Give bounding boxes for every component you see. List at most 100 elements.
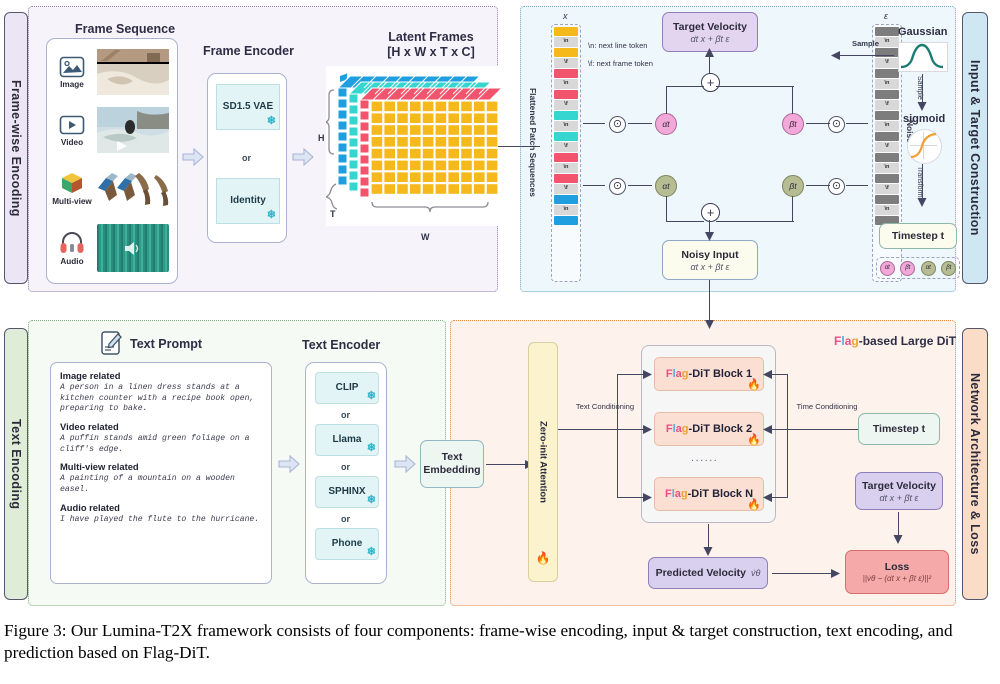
line-beta2-to-mul bbox=[806, 185, 830, 187]
beta-dot-circle: β̇t bbox=[782, 113, 804, 135]
token-newline: \n bbox=[875, 205, 899, 215]
gaussian-plot bbox=[898, 42, 948, 72]
line-predicted-to-loss bbox=[772, 573, 834, 575]
gaussian-title: Gaussian bbox=[898, 26, 948, 38]
encoder-option-identity: Identity ❄ bbox=[216, 178, 280, 224]
video-icon: Video bbox=[53, 114, 91, 147]
target-velocity-box-network: Target Velocity α̇t x + β̇t ε bbox=[855, 472, 943, 510]
legend-newline: \n: next line token bbox=[588, 41, 648, 50]
predicted-velocity-box: Predicted Velocity v̇θ bbox=[648, 557, 768, 589]
frame-encoder-title: Frame Encoder bbox=[203, 44, 295, 58]
section-tab-text-encoding: Text Encoding bbox=[4, 328, 28, 600]
time-conditioning-label: Time Conditioning bbox=[796, 402, 858, 411]
encoder-or-2: or bbox=[341, 462, 350, 472]
arrowhead-to-sigmoid bbox=[917, 102, 927, 111]
multiply-operator-e-bottom: ⊙ bbox=[828, 178, 845, 195]
latent-frames-cube bbox=[323, 66, 506, 231]
flame-icon: 🔥 bbox=[747, 499, 761, 511]
zero-init-attention-label: Zero-init Attention bbox=[537, 421, 549, 503]
image-icon: Image bbox=[53, 56, 91, 89]
coef-label: β̇t bbox=[789, 119, 797, 129]
timestep-box-input: Timestep t bbox=[879, 223, 957, 249]
text-encoder-sphinx: SPHINX ❄ bbox=[315, 476, 379, 508]
token-newline: \n bbox=[875, 163, 899, 173]
text-encoder-card: CLIP ❄ or Llama ❄ or SPHINX ❄ or Phone ❄ bbox=[305, 362, 387, 584]
encoder-or-1: or bbox=[341, 410, 350, 420]
token-patch bbox=[554, 68, 578, 79]
modality-row-image: Image bbox=[53, 45, 175, 99]
token-column-x: \n \f \n \f \n \f \n \f \n bbox=[551, 24, 581, 282]
coef-label: αt bbox=[662, 181, 670, 191]
line-alpha2-to-mul bbox=[628, 185, 652, 187]
zero-init-attention-bar[interactable]: Zero-init Attention 🔥 bbox=[528, 342, 558, 582]
arrowhead-to-timestep bbox=[917, 198, 927, 207]
prompt-body: A puffin stands amid green foliage on a … bbox=[60, 434, 250, 454]
token-patch bbox=[554, 152, 578, 163]
thumbnail-audio bbox=[97, 224, 169, 272]
flag-dit-block-n[interactable]: Flag-DiT Block N 🔥 bbox=[654, 477, 764, 511]
alpha-circle: αt bbox=[655, 175, 677, 197]
snowflake-icon: ❄ bbox=[366, 494, 376, 507]
token-patch bbox=[554, 173, 578, 184]
line-beta2-to-plus bbox=[716, 221, 794, 223]
encoder-option-vae: SD1.5 VAE ❄ bbox=[216, 84, 280, 130]
arrow-prompt-to-encoder bbox=[278, 454, 300, 478]
token-newline: \n bbox=[875, 121, 899, 131]
line-timestep-bus bbox=[788, 429, 860, 431]
coef-label: α̇t bbox=[662, 119, 670, 129]
noise-token bbox=[875, 89, 899, 100]
axis-label-h: H bbox=[318, 133, 325, 143]
encoder-name: SPHINX bbox=[328, 486, 366, 498]
sequence-symbol: x bbox=[563, 11, 568, 21]
legend-circle-beta-dot: β̇t bbox=[900, 260, 916, 276]
predicted-velocity-title: Predicted Velocity bbox=[655, 567, 747, 579]
snowflake-icon: ❄ bbox=[266, 209, 276, 222]
sigmoid-title: sigmoid bbox=[903, 113, 946, 125]
predicted-velocity-symbol: v̇θ bbox=[751, 568, 761, 578]
flag-dit-block-2[interactable]: Flag-DiT Block 2 🔥 bbox=[654, 412, 764, 446]
line-time-cond-vertical bbox=[787, 374, 789, 498]
token-newframe: \f bbox=[875, 142, 899, 152]
section-tab-label: Network Architecture & Loss bbox=[968, 373, 982, 555]
noise-symbol: ε bbox=[884, 11, 888, 21]
token-newframe: \f bbox=[875, 100, 899, 110]
encoder-option-label: Identity bbox=[230, 195, 266, 207]
line-x-to-mul-bottom bbox=[583, 185, 605, 187]
token-patch bbox=[554, 131, 578, 142]
text-prompt-card: Image related A person in a linen dress … bbox=[50, 362, 272, 584]
block-suffix: -DiT Block 1 bbox=[688, 368, 753, 380]
flag-dit-block-1[interactable]: Flag-DiT Block 1 🔥 bbox=[654, 357, 764, 391]
prompt-head: Audio related bbox=[60, 501, 120, 513]
noisy-input-formula: αt x + βt ε bbox=[690, 261, 730, 272]
token-patch bbox=[554, 110, 578, 121]
thumbnail-multiview bbox=[94, 165, 172, 211]
text-encoder-title: Text Encoder bbox=[302, 338, 381, 352]
line-alpha-up bbox=[666, 86, 668, 114]
encoder-name: CLIP bbox=[335, 382, 359, 394]
flame-icon: 🔥 bbox=[747, 379, 761, 391]
multiply-operator-x-bottom: ⊙ bbox=[609, 178, 626, 195]
axis-label-w: W bbox=[421, 232, 430, 242]
text-prompt-title: Text Prompt bbox=[130, 337, 202, 351]
timestep-label: Timestep t bbox=[872, 423, 926, 435]
arrow-frames-to-encoder bbox=[182, 147, 204, 171]
legend-circle-alpha: αt bbox=[920, 260, 936, 276]
coef-label: βt bbox=[789, 181, 797, 191]
snowflake-icon: ❄ bbox=[366, 390, 376, 403]
line-zeroinit-bus bbox=[558, 429, 618, 431]
noisy-input-title: Noisy Input bbox=[681, 248, 739, 261]
token-newframe: \f bbox=[554, 142, 578, 152]
encoder-name: Llama bbox=[332, 434, 362, 446]
frame-sequence-title: Frame Sequence bbox=[75, 22, 176, 36]
section-tab-label: Text Encoding bbox=[9, 418, 23, 510]
beta-circle: βt bbox=[782, 175, 804, 197]
legend-coef-label: αt bbox=[925, 265, 931, 271]
axis-label-t: T bbox=[330, 209, 336, 219]
text-conditioning-label: Text Conditioning bbox=[575, 402, 635, 411]
network-title-g: g bbox=[851, 334, 859, 348]
flame-icon: 🔥 bbox=[747, 434, 761, 446]
token-newframe: \f bbox=[554, 58, 578, 68]
line-alpha2-down bbox=[666, 196, 668, 222]
line-mul-to-noise-bottom bbox=[846, 185, 868, 187]
noise-token bbox=[875, 131, 899, 142]
